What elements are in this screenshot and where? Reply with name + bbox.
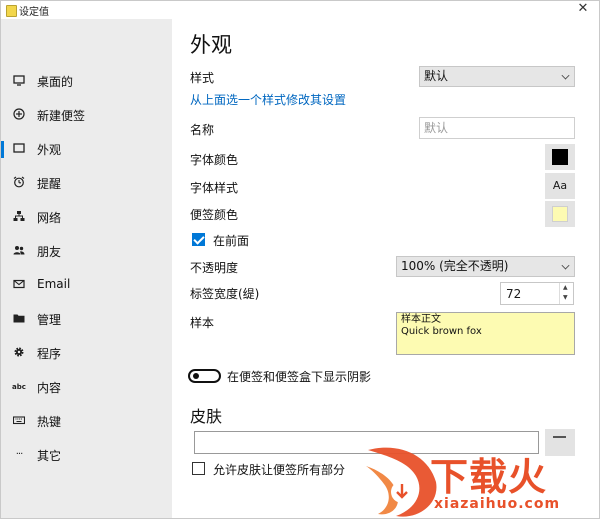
- tab-width-label: 标签宽度(缇): [190, 287, 260, 301]
- sidebar-item-content[interactable]: abc 内容: [1, 373, 172, 401]
- shadow-toggle-label: 在便签和便签盒下显示阴影: [227, 370, 372, 384]
- sample-label: 样本: [190, 316, 215, 330]
- sidebar-item-label: 程序: [37, 347, 62, 361]
- more-icon: ···: [15, 449, 24, 460]
- sidebar-item-reminder[interactable]: 提醒: [1, 169, 172, 197]
- edit-style-link[interactable]: 从上面选一个样式修改其设置: [190, 91, 346, 108]
- active-indicator: [1, 141, 4, 158]
- skin-section-title: 皮肤: [190, 407, 223, 426]
- opacity-select[interactable]: 100% (完全不透明): [396, 256, 575, 277]
- mail-icon: [12, 278, 26, 292]
- sample-text-line1: 样本正文: [401, 314, 441, 325]
- watermark-text: 下载火: [430, 455, 548, 499]
- sidebar-item-desktop[interactable]: 桌面的: [1, 67, 172, 95]
- chevron-down-icon: [561, 71, 570, 80]
- note-color-label: 便签颜色: [190, 208, 239, 222]
- note-icon: [12, 142, 26, 156]
- shadow-toggle[interactable]: [188, 369, 221, 383]
- font-style-button[interactable]: Aa: [545, 173, 575, 199]
- note-color-swatch: [552, 206, 568, 222]
- network-icon: [12, 210, 26, 224]
- folder-icon: [12, 312, 26, 326]
- keyboard-icon: [12, 414, 26, 428]
- sidebar-item-label: 其它: [37, 449, 62, 463]
- opacity-label: 不透明度: [190, 261, 239, 275]
- monitor-icon: [12, 74, 26, 88]
- sidebar-item-email[interactable]: Email: [1, 271, 172, 299]
- font-color-swatch: [552, 149, 568, 165]
- chevron-down-icon: [561, 261, 570, 270]
- allow-skin-checkbox[interactable]: [192, 462, 205, 475]
- sidebar-item-network[interactable]: 网络: [1, 203, 172, 231]
- title-bar: 设定值 ✕: [1, 1, 599, 19]
- sidebar-item-label: 桌面的: [37, 75, 74, 89]
- note-color-button[interactable]: [545, 201, 575, 227]
- sidebar-item-manage[interactable]: 管理: [1, 305, 172, 333]
- sample-text-line2: Quick brown fox: [401, 326, 482, 337]
- people-icon: [12, 244, 26, 258]
- on-top-label: 在前面: [213, 234, 250, 248]
- style-label: 样式: [190, 71, 215, 85]
- sidebar-item-label: Email: [37, 277, 71, 291]
- font-style-button-text: Aa: [552, 179, 568, 192]
- watermark-logo: 下载火 xiazaihuo.com: [358, 442, 599, 518]
- opacity-select-value: 100% (完全不透明): [401, 259, 509, 273]
- sample-preview: 样本正文 Quick brown fox: [396, 312, 575, 355]
- sidebar-item-label: 外观: [37, 143, 62, 157]
- style-select-value: 默认: [424, 69, 449, 83]
- sidebar-item-other[interactable]: ··· 其它: [1, 441, 172, 469]
- sidebar-item-hotkeys[interactable]: 热键: [1, 407, 172, 435]
- sidebar-item-label: 新建便签: [37, 109, 86, 123]
- sidebar-item-friends[interactable]: 朋友: [1, 237, 172, 265]
- sidebar: 桌面的 新建便签 外观 提醒 网络 朋友 Email 管理 程序 abc 内容 …: [1, 19, 172, 518]
- font-style-label: 字体样式: [190, 181, 239, 195]
- on-top-checkbox[interactable]: [192, 233, 205, 246]
- sidebar-item-appearance[interactable]: 外观: [1, 135, 172, 163]
- name-field-wrapper: [419, 117, 575, 139]
- name-label: 名称: [190, 123, 215, 137]
- plus-circle-icon: [12, 108, 26, 122]
- sidebar-item-program[interactable]: 程序: [1, 339, 172, 367]
- watermark-url: xiazaihuo.com: [434, 496, 561, 512]
- stepper-arrows: ▲ ▼: [559, 283, 573, 304]
- stepper-down-icon[interactable]: ▼: [563, 295, 568, 301]
- allow-skin-label: 允许皮肤让便签所有部分: [213, 463, 346, 477]
- style-select[interactable]: 默认: [419, 66, 575, 87]
- text-abc-icon: abc: [12, 383, 26, 391]
- tab-width-value: 72: [506, 287, 522, 301]
- window-title: 设定值: [19, 7, 49, 18]
- app-note-icon: [6, 5, 17, 17]
- sidebar-item-new-note[interactable]: 新建便签: [1, 101, 172, 129]
- sidebar-item-label: 管理: [37, 313, 62, 327]
- font-color-button[interactable]: [545, 144, 575, 170]
- name-input[interactable]: [420, 118, 574, 138]
- sidebar-item-label: 网络: [37, 211, 62, 225]
- gear-icon: [12, 346, 26, 360]
- alarm-clock-icon: [12, 176, 26, 190]
- page-title: 外观: [190, 33, 232, 57]
- tab-width-stepper[interactable]: 72 ▲ ▼: [500, 282, 574, 305]
- sidebar-item-label: 内容: [37, 381, 62, 395]
- sidebar-item-label: 热键: [37, 415, 62, 429]
- sidebar-item-label: 朋友: [37, 245, 62, 259]
- sidebar-item-label: 提醒: [37, 177, 62, 191]
- settings-window: 设定值 ✕ 桌面的 新建便签 外观 提醒 网络 朋友 Email 管理 程序 a…: [0, 0, 600, 519]
- stepper-up-icon[interactable]: ▲: [563, 285, 568, 291]
- close-button[interactable]: ✕: [575, 1, 591, 17]
- font-color-label: 字体颜色: [190, 153, 239, 167]
- toggle-knob: [193, 373, 199, 379]
